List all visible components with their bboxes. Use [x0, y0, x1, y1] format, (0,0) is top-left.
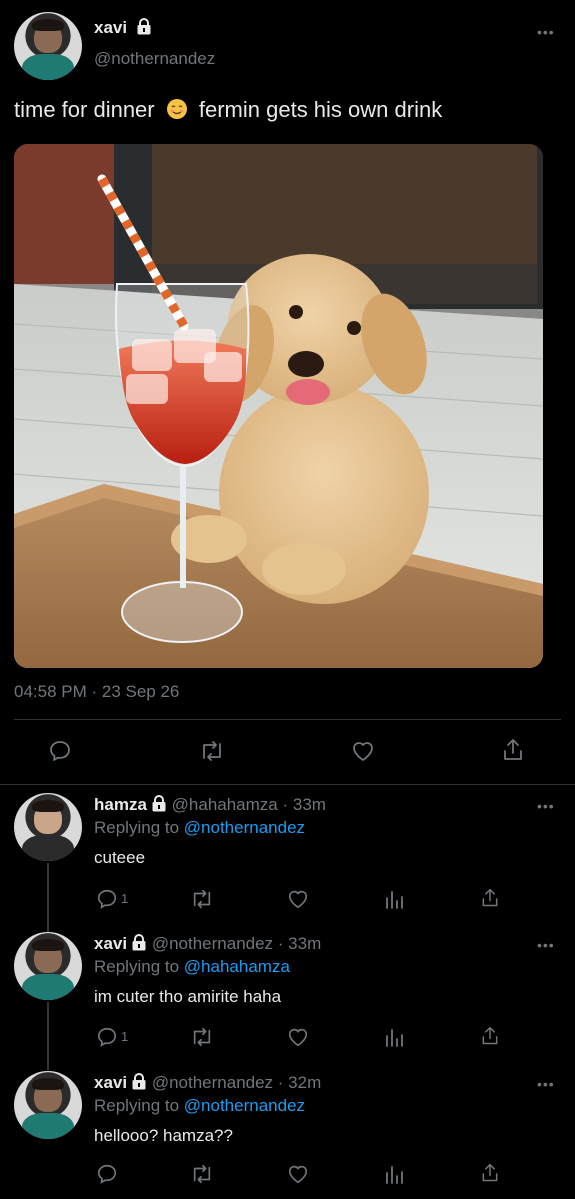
handle[interactable]: @nothernandez — [152, 1073, 273, 1092]
handle[interactable]: @nothernandez — [94, 49, 215, 69]
like-icon[interactable] — [350, 739, 376, 763]
display-name[interactable]: xavi — [94, 934, 127, 953]
smile-emoji-icon — [166, 98, 188, 120]
reply-icon[interactable] — [96, 1026, 118, 1048]
display-name[interactable]: hamza — [94, 795, 147, 814]
replying-to-label: Replying to — [94, 818, 180, 837]
retweet-icon[interactable] — [189, 888, 215, 910]
lock-icon — [131, 934, 147, 956]
divider — [14, 719, 561, 720]
retweet-icon[interactable] — [189, 1026, 215, 1048]
avatar[interactable] — [14, 793, 82, 861]
avatar[interactable] — [14, 12, 82, 80]
tweet-text-part-1: time for dinner — [14, 97, 155, 122]
analytics-icon[interactable] — [384, 888, 404, 910]
retweet-icon[interactable] — [198, 739, 226, 763]
reply-count: 1 — [121, 1029, 129, 1044]
more-icon[interactable]: ••• — [537, 1076, 555, 1092]
display-name[interactable]: xavi — [94, 18, 127, 37]
replying-to: Replying to @hahahamza — [94, 957, 290, 977]
reply-count: 1 — [121, 891, 129, 906]
reply-time: · 33m — [277, 934, 322, 953]
display-name[interactable]: xavi — [94, 1073, 127, 1092]
analytics-icon[interactable] — [384, 1026, 404, 1048]
replying-to-link[interactable]: @nothernandez — [184, 818, 305, 837]
handle[interactable]: @nothernandez — [152, 934, 273, 953]
reply-header: hamza @hahahamza · 33m — [94, 795, 326, 817]
replying-to-label: Replying to — [94, 1096, 180, 1115]
avatar[interactable] — [14, 932, 82, 1000]
lock-icon — [136, 18, 152, 40]
avatar[interactable] — [14, 1071, 82, 1139]
retweet-icon[interactable] — [189, 1163, 215, 1185]
replying-to: Replying to @nothernandez — [94, 818, 305, 838]
share-icon[interactable] — [480, 1161, 500, 1185]
replying-to: Replying to @nothernandez — [94, 1096, 305, 1116]
thread-line — [47, 863, 49, 933]
lock-icon — [131, 1073, 147, 1095]
reply-text: im cuter tho amirite haha — [94, 987, 282, 1006]
more-icon[interactable]: ••• — [537, 937, 555, 953]
like-icon[interactable] — [286, 888, 310, 910]
share-icon[interactable] — [480, 1024, 500, 1048]
tweet-image[interactable] — [14, 144, 543, 668]
replying-to-label: Replying to — [94, 957, 180, 976]
reply-icon[interactable] — [96, 888, 118, 910]
divider — [0, 784, 575, 785]
tweet-text: time for dinner fermin gets his own drin… — [14, 97, 442, 123]
reply-time: · 32m — [277, 1073, 322, 1092]
tweet-text-part-2: fermin gets his own drink — [198, 97, 443, 122]
reply-header: xavi @nothernandez · 33m — [94, 934, 321, 956]
reply-icon[interactable] — [48, 739, 72, 763]
like-icon[interactable] — [286, 1163, 310, 1185]
more-icon[interactable]: ••• — [537, 24, 555, 40]
analytics-icon[interactable] — [384, 1163, 404, 1185]
thread-line — [47, 1002, 49, 1070]
replying-to-link[interactable]: @hahahamza — [184, 957, 290, 976]
reply-text: hellooo? hamza?? — [94, 1126, 233, 1145]
reply-icon[interactable] — [96, 1163, 118, 1185]
reply-text: cuteee — [94, 848, 146, 867]
reply-time: · 33m — [282, 795, 326, 814]
more-icon[interactable]: ••• — [537, 798, 555, 814]
like-icon[interactable] — [286, 1026, 310, 1048]
replying-to-link[interactable]: @nothernandez — [184, 1096, 305, 1115]
handle[interactable]: @hahahamza — [172, 795, 278, 814]
lock-icon — [151, 795, 167, 817]
tweet-timestamp: 04:58 PM · 23 Sep 26 — [14, 682, 180, 701]
reply-header: xavi @nothernandez · 32m — [94, 1073, 321, 1095]
share-icon[interactable] — [501, 737, 525, 763]
share-icon[interactable] — [480, 886, 500, 910]
